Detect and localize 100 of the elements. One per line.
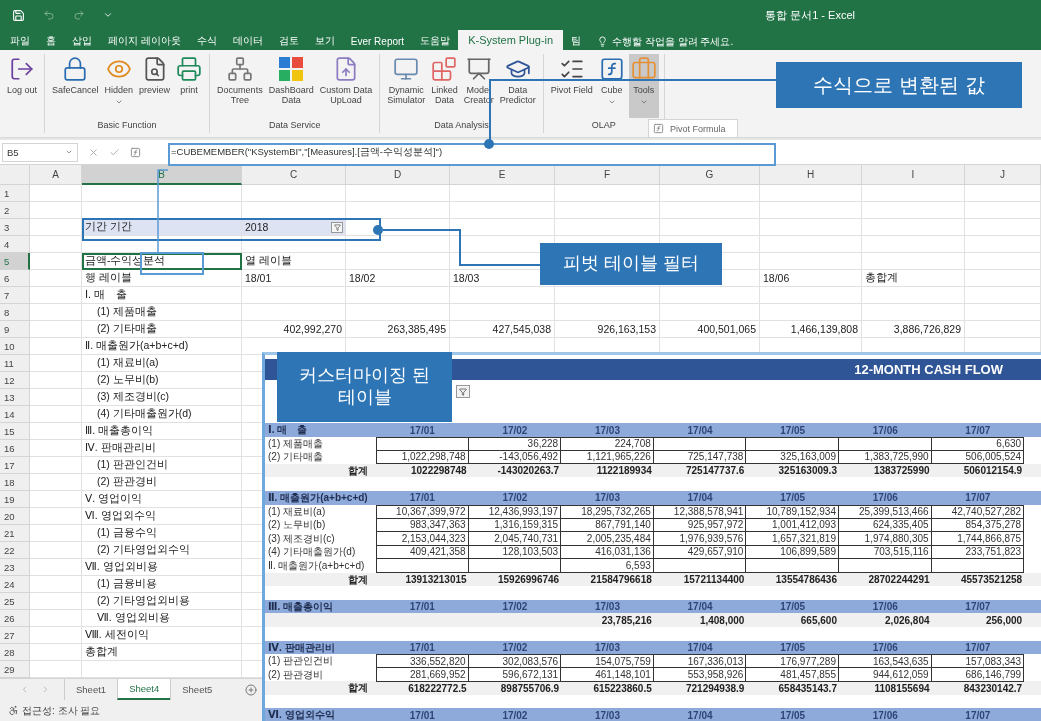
row-header[interactable]: 24 bbox=[0, 576, 30, 593]
row-header[interactable]: 21 bbox=[0, 525, 30, 542]
month-label: 17/04 bbox=[686, 600, 714, 614]
month-label: 17/06 bbox=[871, 491, 899, 505]
scroll-left-icon[interactable] bbox=[20, 685, 29, 694]
row-header[interactable]: 6 bbox=[0, 270, 30, 287]
row-header[interactable]: 8 bbox=[0, 304, 30, 321]
row-header[interactable]: 1 bbox=[0, 185, 30, 202]
ribbon-button[interactable]: SafeCancel bbox=[50, 54, 101, 118]
month-label: 17/01 bbox=[408, 423, 436, 437]
add-sheet-icon[interactable] bbox=[245, 683, 258, 696]
redo-icon[interactable] bbox=[73, 9, 85, 21]
row-header[interactable]: 11 bbox=[0, 355, 30, 372]
row-header[interactable]: 27 bbox=[0, 627, 30, 644]
filter-button[interactable] bbox=[331, 222, 343, 233]
row-header[interactable]: 19 bbox=[0, 491, 30, 508]
dropdown-menu-item[interactable]: Pivot Formula bbox=[648, 119, 738, 138]
table-cell: 481,457,855 bbox=[746, 667, 839, 682]
function-icon bbox=[653, 123, 664, 134]
row-header[interactable]: 26 bbox=[0, 610, 30, 627]
row-header[interactable]: 14 bbox=[0, 406, 30, 423]
row-header[interactable]: 15 bbox=[0, 423, 30, 440]
function-icon bbox=[598, 56, 625, 82]
row-header[interactable]: 16 bbox=[0, 440, 30, 457]
ribbon-button[interactable]: Cube bbox=[596, 54, 627, 118]
row-header[interactable]: 3 bbox=[0, 219, 30, 236]
scroll-right-icon[interactable] bbox=[41, 685, 50, 694]
row-header[interactable]: 12 bbox=[0, 372, 30, 389]
undo-icon[interactable] bbox=[43, 9, 55, 21]
ribbon-button[interactable]: Hidden bbox=[102, 54, 136, 118]
row-header[interactable]: 2 bbox=[0, 202, 30, 219]
group-label: OLAP bbox=[591, 120, 616, 130]
column-header[interactable]: B bbox=[82, 165, 242, 185]
row-header[interactable]: 17 bbox=[0, 457, 30, 474]
column-header[interactable]: H bbox=[760, 165, 862, 185]
table-cell: 596,672,131 bbox=[468, 667, 562, 682]
column-header[interactable]: F bbox=[555, 165, 660, 185]
ribbon-tab[interactable]: Ever Report bbox=[342, 32, 413, 50]
column-header[interactable]: C bbox=[242, 165, 346, 185]
ribbon-button[interactable]: preview bbox=[137, 54, 173, 118]
ribbon-tab[interactable]: 홈 bbox=[38, 32, 64, 50]
ribbon-tab[interactable]: K-System Plug-in bbox=[458, 30, 564, 50]
select-all-corner[interactable] bbox=[0, 165, 30, 185]
hierarchy-icon bbox=[226, 56, 253, 82]
table-cell: 1,316,159,315 bbox=[468, 518, 562, 533]
row-label: (4) 기타매출원가(d) bbox=[267, 545, 357, 560]
formula-field[interactable]: =CUBEMEMBER("KSystemBI","[Measures].[금액-수익성분석]") bbox=[169, 142, 445, 162]
row-header[interactable]: 18 bbox=[0, 474, 30, 491]
table-cell: 6,630 bbox=[931, 436, 1025, 451]
name-box[interactable]: B5 bbox=[2, 142, 78, 162]
table-cell: 854,375,278 bbox=[931, 518, 1025, 533]
month-label: 17/05 bbox=[779, 423, 807, 437]
ribbon-button[interactable]: Custom Data UpLoad bbox=[317, 54, 375, 118]
column-header[interactable]: G bbox=[660, 165, 760, 185]
ribbon-tab[interactable]: 삽입 bbox=[64, 32, 100, 50]
total-value: 15721134400 bbox=[682, 573, 746, 587]
confirm-icon[interactable] bbox=[109, 146, 120, 158]
column-header[interactable]: J bbox=[965, 165, 1041, 185]
row-header[interactable]: 9 bbox=[0, 321, 30, 338]
ribbon-tab[interactable]: 검토 bbox=[270, 32, 307, 50]
save-icon[interactable] bbox=[12, 8, 25, 22]
ribbon-button[interactable]: Tools bbox=[628, 54, 659, 118]
row-header[interactable]: 4 bbox=[0, 236, 30, 253]
column-header[interactable]: A bbox=[30, 165, 82, 185]
row-header[interactable]: 23 bbox=[0, 559, 30, 576]
tell-me-field[interactable]: 수행할 작업을 알려 주세요. bbox=[612, 35, 773, 47]
sheet-tab[interactable]: Sheet4 bbox=[117, 679, 171, 700]
row-header[interactable]: 29 bbox=[0, 661, 30, 678]
ribbon-tab[interactable]: 팀 bbox=[563, 32, 590, 50]
ribbon-button[interactable]: print bbox=[174, 54, 205, 118]
table-cell: 2,153,044,323 bbox=[376, 531, 469, 546]
ribbon-button[interactable]: Linked Data bbox=[429, 54, 460, 118]
ribbon-tab[interactable]: 보기 bbox=[306, 32, 343, 50]
row-header[interactable]: 10 bbox=[0, 338, 30, 355]
row-header[interactable]: 28 bbox=[0, 644, 30, 661]
ribbon-button[interactable]: Log out bbox=[5, 54, 40, 118]
ribbon-tab[interactable]: 도움말 bbox=[412, 32, 459, 50]
ribbon-tab[interactable]: 파일 bbox=[2, 32, 38, 50]
ribbon-tab[interactable]: 데이터 bbox=[224, 32, 271, 50]
insert-function-icon[interactable] bbox=[130, 146, 141, 158]
row-header[interactable]: 7 bbox=[0, 287, 30, 304]
row-header[interactable]: 13 bbox=[0, 389, 30, 406]
ribbon-button[interactable]: Pivot Field bbox=[548, 54, 595, 118]
ribbon-tab[interactable]: 수식 bbox=[188, 32, 225, 50]
row-header[interactable]: 25 bbox=[0, 593, 30, 610]
customize-icon[interactable] bbox=[103, 10, 113, 20]
cancel-icon[interactable] bbox=[88, 146, 99, 158]
row-header[interactable]: 22 bbox=[0, 542, 30, 559]
ribbon-button[interactable]: Data Predictor bbox=[497, 54, 538, 118]
column-header[interactable]: E bbox=[450, 165, 555, 185]
row-header[interactable]: 20 bbox=[0, 508, 30, 525]
row-header[interactable]: 5 bbox=[0, 253, 30, 270]
ribbon-button[interactable]: Documents Tree bbox=[215, 54, 265, 118]
table-cell: 416,031,136 bbox=[561, 545, 654, 560]
column-header[interactable]: D bbox=[346, 165, 450, 185]
filter-button[interactable] bbox=[456, 385, 470, 398]
ribbon-button[interactable]: Dynamic Simulator bbox=[385, 54, 428, 118]
column-header[interactable]: I bbox=[862, 165, 965, 185]
ribbon-button[interactable]: DashBoard Data bbox=[266, 54, 316, 118]
ribbon-tab[interactable]: 페이지 레이아웃 bbox=[100, 32, 189, 50]
